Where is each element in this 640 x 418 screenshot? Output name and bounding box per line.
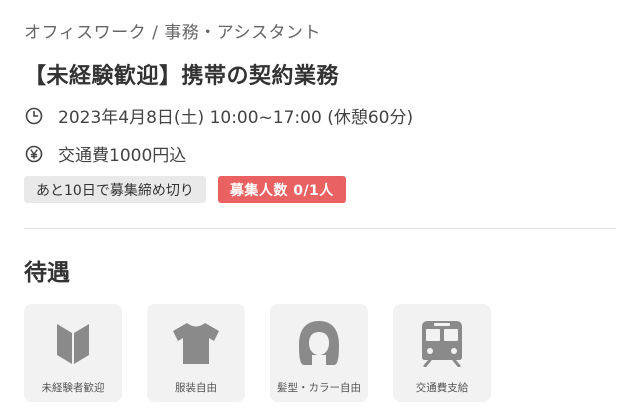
divider: [24, 228, 616, 229]
benefit-beginner-welcome: 未経験者歓迎: [24, 304, 122, 402]
transport-row: 交通費1000円込: [24, 141, 186, 166]
datetime-row: 2023年4月8日(土) 10:00~17:00 (休憩60分): [24, 103, 413, 128]
hair-icon: [293, 318, 345, 368]
yen-icon: [24, 144, 44, 164]
beginner-mark-icon: [47, 318, 99, 368]
benefit-free-hair: 髪型・カラー自由: [270, 304, 368, 402]
benefits-list: 未経験者歓迎 服装自由 髪型・カラー自由 交通費支給: [24, 304, 491, 402]
quota-badge: 募集人数 0/1人: [217, 176, 346, 203]
benefit-label: 服装自由: [175, 382, 217, 394]
tshirt-icon: [170, 318, 222, 368]
transport-text: 交通費1000円込: [58, 146, 187, 166]
benefit-transport-paid: 交通費支給: [393, 304, 491, 402]
job-title: 【未経験歓迎】携帯の契約業務: [24, 64, 340, 89]
datetime-text: 2023年4月8日(土) 10:00~17:00 (休憩60分): [58, 108, 414, 128]
badge-row: あと10日で募集締め切り 募集人数 0/1人: [24, 176, 346, 203]
benefits-heading: 待遇: [24, 260, 70, 286]
job-category: オフィスワーク / 事務・アシスタント: [24, 23, 322, 43]
clock-icon: [24, 106, 44, 126]
benefit-label: 未経験者歓迎: [41, 382, 105, 394]
benefit-free-clothing: 服装自由: [147, 304, 245, 402]
train-icon: [416, 318, 468, 368]
benefit-label: 髪型・カラー自由: [277, 382, 361, 394]
benefit-label: 交通費支給: [415, 382, 469, 394]
deadline-badge: あと10日で募集締め切り: [24, 176, 206, 203]
